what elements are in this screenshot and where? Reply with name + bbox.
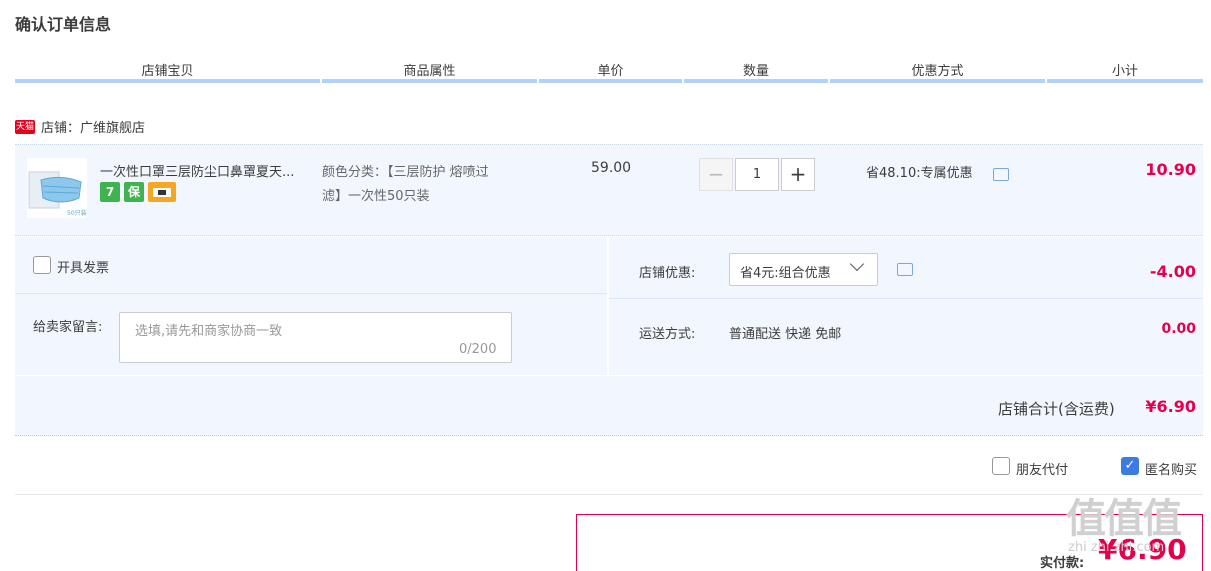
invoice-checkbox[interactable]: [33, 256, 51, 274]
thumbnail-caption: 50只装: [67, 210, 87, 217]
item-discount-text: 省48.10:专属优惠: [866, 166, 973, 181]
anonymous-purchase-checkbox[interactable]: ✓: [1121, 457, 1139, 475]
column-underline: [322, 79, 537, 83]
page-title: 确认订单信息: [15, 15, 112, 34]
credit-card-icon[interactable]: [148, 182, 176, 202]
shop-total-amount: ¥6.90: [1145, 397, 1196, 416]
shop-discount-selected: 省4元:组合优惠: [740, 266, 831, 281]
friend-pay-label: 朋友代付: [1016, 463, 1069, 478]
message-char-counter: 0/200: [459, 342, 497, 357]
attribute-line: 滤】一次性50只装: [322, 189, 430, 204]
column-underline: [15, 79, 320, 83]
column-header-subtotal: 小计: [1111, 64, 1138, 79]
quantity-input[interactable]: 1: [735, 158, 779, 191]
message-placeholder: 选填,请先和商家协商一致: [135, 324, 283, 339]
item-subtotal: 10.90: [1145, 160, 1196, 179]
shipping-section: [609, 299, 1203, 375]
column-header-quantity: 数量: [742, 64, 769, 79]
shop-discount-amount: -4.00: [1149, 262, 1196, 281]
service-icons: 7 保: [100, 182, 176, 202]
shipping-amount: 0.00: [1161, 321, 1196, 337]
shipping-method: 普通配送 快递 免邮: [729, 327, 842, 342]
quantity-increase-button[interactable]: +: [781, 158, 815, 191]
column-underline: [830, 79, 1045, 83]
anonymous-purchase-label: 匿名购买: [1145, 463, 1198, 478]
watermark-logo: 值值值: [1066, 496, 1182, 542]
column-underline: [684, 79, 828, 83]
watermark-text: zhi zhi zhi.com: [1068, 540, 1165, 555]
column-header-shop-item: 店铺宝贝: [141, 64, 194, 79]
quantity-stepper: − 1 +: [699, 158, 815, 191]
product-thumbnail[interactable]: 50只装: [27, 158, 87, 218]
seven-day-return-icon[interactable]: 7: [100, 182, 120, 202]
shop-name-link[interactable]: 店铺：广维旗舰店: [41, 117, 145, 136]
message-label: 给卖家留言:: [33, 320, 103, 335]
discount-info-icon[interactable]: [993, 168, 1009, 181]
guarantee-icon[interactable]: 保: [124, 182, 144, 202]
shipping-label: 运送方式:: [639, 327, 696, 342]
invoice-label: 开具发票: [57, 261, 110, 276]
column-underline: [539, 79, 682, 83]
attribute-line: 颜色分类：【三层防护 熔喷过: [322, 165, 489, 180]
discount-info-icon[interactable]: [897, 263, 913, 276]
unit-price: 59.00: [591, 160, 632, 176]
product-attributes: 颜色分类：【三层防护 熔喷过 滤】一次性50只装: [322, 161, 532, 209]
quantity-decrease-button[interactable]: −: [699, 158, 733, 191]
shop-total-label: 店铺合计(含运费): [998, 400, 1115, 418]
tmall-badge-icon: 天猫: [15, 119, 35, 134]
order-item-row: [15, 144, 1203, 236]
shop-discount-label: 店铺优惠:: [639, 266, 696, 281]
shop-row: 天猫 店铺：广维旗舰店: [15, 117, 145, 136]
column-underline: [1047, 79, 1203, 83]
column-header-unit-price: 单价: [597, 64, 624, 79]
column-header-discount: 优惠方式: [911, 64, 964, 79]
column-header-attributes: 商品属性: [403, 64, 456, 79]
product-title-link[interactable]: 一次性口罩三层防尘口鼻罩夏天...: [100, 161, 315, 180]
friend-pay-checkbox[interactable]: [992, 457, 1010, 475]
divider: [15, 494, 1203, 495]
